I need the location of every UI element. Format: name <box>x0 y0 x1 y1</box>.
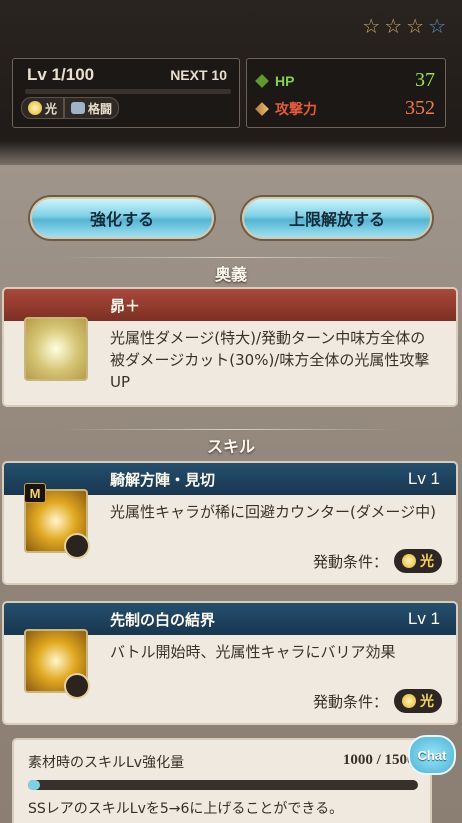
ougi-card: 昴＋ 光属性ダメージ(特大)/発動ターン中味方全体の被ダメージカット(30%)/… <box>2 287 458 407</box>
skill-card[interactable]: 騎解方陣・見切 Lv 1 M 光属性キャラが稀に回避カウンター(ダメージ中) 発… <box>2 461 458 585</box>
atk-value: 352 <box>405 97 435 119</box>
attribute-badges: 光 格闘 <box>21 97 120 119</box>
skill-heading: スキル <box>206 437 255 456</box>
light-element-icon <box>402 694 416 708</box>
condition-badge: 光 <box>394 549 442 573</box>
condition-badge: 光 <box>394 689 442 713</box>
m-tag: M <box>24 483 46 503</box>
crossed-swords-icon <box>24 317 88 381</box>
star-icon: ☆ <box>362 14 381 38</box>
level-text: Lv 1/100 <box>27 65 95 84</box>
skill-name: 先制の白の結界 <box>110 610 216 629</box>
type-badge: 格闘 <box>64 97 120 119</box>
element-badge: 光 <box>21 97 65 119</box>
divider <box>60 429 402 430</box>
star-icon: ☆ <box>406 14 425 38</box>
skill-card[interactable]: 先制の白の結界 Lv 1 バトル開始時、光属性キャラにバリア効果 発動条件： 光 <box>2 601 458 725</box>
upgrade-button[interactable]: 強化する <box>30 197 214 239</box>
main-content: 強化する 上限解放する 奥義 昴＋ 光属性ダメージ(特大)/発動ターン中味方全体… <box>0 165 462 823</box>
stats-box: HP 37 攻撃力 352 <box>246 58 446 128</box>
star-icon: ☆ <box>428 14 446 38</box>
material-panel: 素材時のスキルLv強化量 1000 / 15000 SSレアのスキルLvを5→6… <box>12 738 432 823</box>
star-icon: ☆ <box>384 14 403 38</box>
material-progress-bar <box>28 780 418 790</box>
rarity-stars: ☆ ☆ ☆ ☆ <box>362 16 446 36</box>
counter-icon <box>64 533 90 559</box>
sword-icon <box>255 101 269 116</box>
hp-row: HP 37 <box>255 69 435 92</box>
next-exp: NEXT 10 <box>170 67 227 83</box>
status-panel: ☆ ☆ ☆ ☆ Lv 1/100 NEXT 10 光 格闘 HP 37 攻撃力 <box>0 0 462 170</box>
fist-icon <box>71 102 86 114</box>
light-element-icon <box>402 554 416 568</box>
level-box: Lv 1/100 NEXT 10 光 格闘 <box>12 58 240 128</box>
skill-condition: 発動条件： 光 <box>313 689 442 713</box>
material-description: SSレアのスキルLvを5→6に上げることができる。 <box>28 801 344 817</box>
hp-icon <box>255 73 269 88</box>
skill-level: Lv 1 <box>407 609 440 628</box>
skill-level: Lv 1 <box>407 469 440 488</box>
ougi-heading: 奥義 <box>214 265 247 284</box>
divider <box>60 257 402 258</box>
exp-bar <box>25 89 231 94</box>
skill-condition: 発動条件： 光 <box>313 549 442 573</box>
chat-button[interactable]: Chat <box>408 735 456 775</box>
hp-value: 37 <box>415 69 435 91</box>
light-element-icon <box>28 101 42 115</box>
skill-name: 騎解方陣・見切 <box>110 470 216 489</box>
uncap-button[interactable]: 上限解放する <box>242 197 432 239</box>
atk-row: 攻撃力 352 <box>255 97 435 120</box>
barrier-icon <box>64 673 90 699</box>
